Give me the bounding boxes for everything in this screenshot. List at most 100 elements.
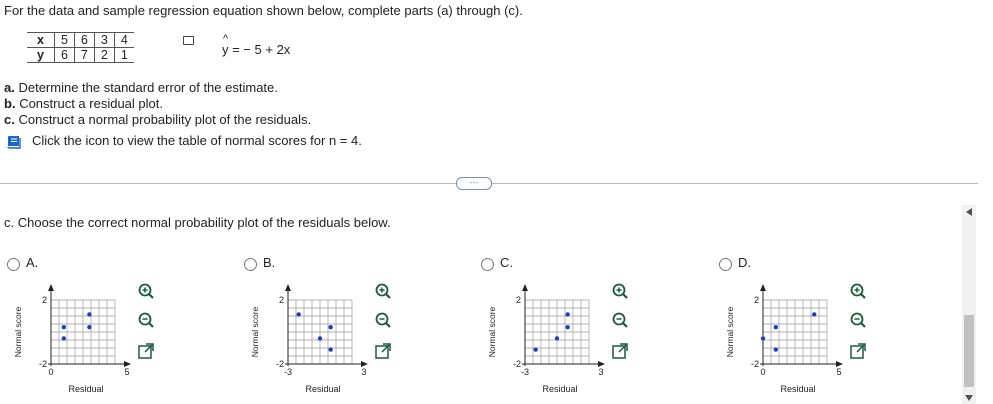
data-point <box>328 325 333 330</box>
x-value: 5 <box>54 32 75 48</box>
regression-equation: ^ y = − 5 + 2x <box>222 33 291 57</box>
equation-text: y = − 5 + 2x <box>222 42 291 57</box>
part-text: Construct a residual plot. <box>19 96 163 111</box>
option-label[interactable]: D. <box>738 255 751 270</box>
data-point <box>317 336 323 341</box>
option-a: A. 2 -2 0 5 Residual Normal score <box>7 255 167 395</box>
normal-scores-instruction[interactable]: Click the icon to view the table of norm… <box>32 133 362 148</box>
tick-label: -2 <box>39 359 47 369</box>
option-label[interactable]: B. <box>263 255 275 270</box>
option-c: C. 2 -2 -3 3 Residual Normal score <box>481 255 641 395</box>
tick-label: 3 <box>598 367 603 377</box>
zoom-out-icon[interactable] <box>137 311 155 329</box>
tick-label: -2 <box>513 359 521 369</box>
y-header: y <box>27 47 55 63</box>
tick-label: -2 <box>751 359 759 369</box>
tick-label: 0 <box>760 367 765 377</box>
zoom-out-icon[interactable] <box>374 311 392 329</box>
option-d: D. 2 -2 0 5 Residual Normal score <box>719 255 879 395</box>
expand-icon[interactable] <box>137 342 155 360</box>
option-radio[interactable] <box>7 258 20 271</box>
zoom-in-icon[interactable] <box>137 282 155 300</box>
normal-probability-plot: 2 -2-3 3 Residual Normal score <box>250 284 368 394</box>
tick-label: 5 <box>836 367 841 377</box>
option-radio[interactable] <box>719 258 732 271</box>
part-letter: b. <box>4 96 16 111</box>
zoom-out-icon[interactable] <box>849 311 867 329</box>
y-value: 2 <box>94 47 115 63</box>
zoom-in-icon[interactable] <box>374 282 392 300</box>
y-axis-label: Normal score <box>487 306 497 357</box>
y-value: 1 <box>120 48 128 62</box>
scroll-up-arrow[interactable] <box>966 208 972 216</box>
data-point <box>565 312 570 317</box>
part-text: Construct a normal probability plot of t… <box>18 112 312 127</box>
question-text: c. Choose the correct normal probability… <box>4 215 391 230</box>
normal-probability-plot: 2 -20 5 Residual Normal score <box>725 284 843 394</box>
zoom-in-icon[interactable] <box>849 282 867 300</box>
scroll-down-arrow[interactable] <box>965 395 973 401</box>
part-text: Determine the standard error of the esti… <box>18 80 278 95</box>
data-point <box>760 336 766 341</box>
part-c: c. Construct a normal probability plot o… <box>4 112 311 127</box>
expand-icon[interactable] <box>374 342 392 360</box>
tick-label: 3 <box>361 367 366 377</box>
y-axis-label: Normal score <box>13 306 23 357</box>
tick-label: 2 <box>754 295 759 305</box>
copy-data-icon[interactable] <box>183 36 194 45</box>
more-button[interactable]: ··· <box>456 177 492 190</box>
data-point <box>565 325 570 330</box>
x-value: 6 <box>74 32 95 48</box>
zoom-in-icon[interactable] <box>611 282 629 300</box>
tick-label: 2 <box>516 295 521 305</box>
tick-label: 5 <box>124 367 129 377</box>
data-table: x 5 6 3 4 y 6 7 2 1 <box>27 32 134 63</box>
normal-probability-plot: 2 -2-3 3 Residual Normal score <box>487 284 605 394</box>
data-point <box>61 336 66 341</box>
tick-label: -3 <box>521 367 529 377</box>
y-value: 7 <box>74 47 95 63</box>
part-letter: c. <box>4 112 15 127</box>
x-value: 3 <box>94 32 115 48</box>
option-label[interactable]: C. <box>500 255 513 270</box>
tick-label: -3 <box>284 367 292 377</box>
y-axis-label: Normal score <box>250 306 260 357</box>
tick-label: 2 <box>42 295 47 305</box>
data-point <box>328 347 333 352</box>
y-axis-label: Normal score <box>725 306 735 357</box>
tick-label: -2 <box>276 359 284 369</box>
normal-probability-plot: 2 -20 5 Residual Normal score <box>13 284 131 394</box>
scrollbar-thumb[interactable] <box>964 315 974 387</box>
expand-icon[interactable] <box>611 342 629 360</box>
data-point <box>554 336 560 341</box>
x-header: x <box>27 32 55 48</box>
data-point <box>61 325 66 330</box>
x-value: 4 <box>114 32 134 48</box>
data-point <box>773 325 778 330</box>
y-axis-arrow <box>48 284 54 291</box>
data-point <box>87 312 92 317</box>
expand-icon[interactable] <box>849 342 867 360</box>
option-label[interactable]: A. <box>26 255 38 270</box>
x-axis-label: Residual <box>780 384 815 394</box>
x-axis-label: Residual <box>305 384 340 394</box>
tick-label: 0 <box>48 367 53 377</box>
y-value: 6 <box>54 47 75 63</box>
data-point <box>296 312 301 317</box>
zoom-out-icon[interactable] <box>611 311 629 329</box>
option-radio[interactable] <box>244 258 257 271</box>
part-a: a. Determine the standard error of the e… <box>4 80 278 95</box>
data-point <box>812 312 817 317</box>
data-point <box>773 347 778 352</box>
option-radio[interactable] <box>481 258 494 271</box>
part-b: b. Construct a residual plot. <box>4 96 163 111</box>
x-axis-label: Residual <box>542 384 577 394</box>
y-axis-arrow <box>522 284 528 291</box>
option-b: B. 2 -2 -3 3 Residual Normal score <box>244 255 404 395</box>
equation-hat: ^ <box>223 33 229 45</box>
part-letter: a. <box>4 80 15 95</box>
intro-text: For the data and sample regression equat… <box>4 3 523 18</box>
data-point <box>87 325 92 330</box>
tick-label: 2 <box>279 295 284 305</box>
book-icon[interactable] <box>7 135 22 149</box>
